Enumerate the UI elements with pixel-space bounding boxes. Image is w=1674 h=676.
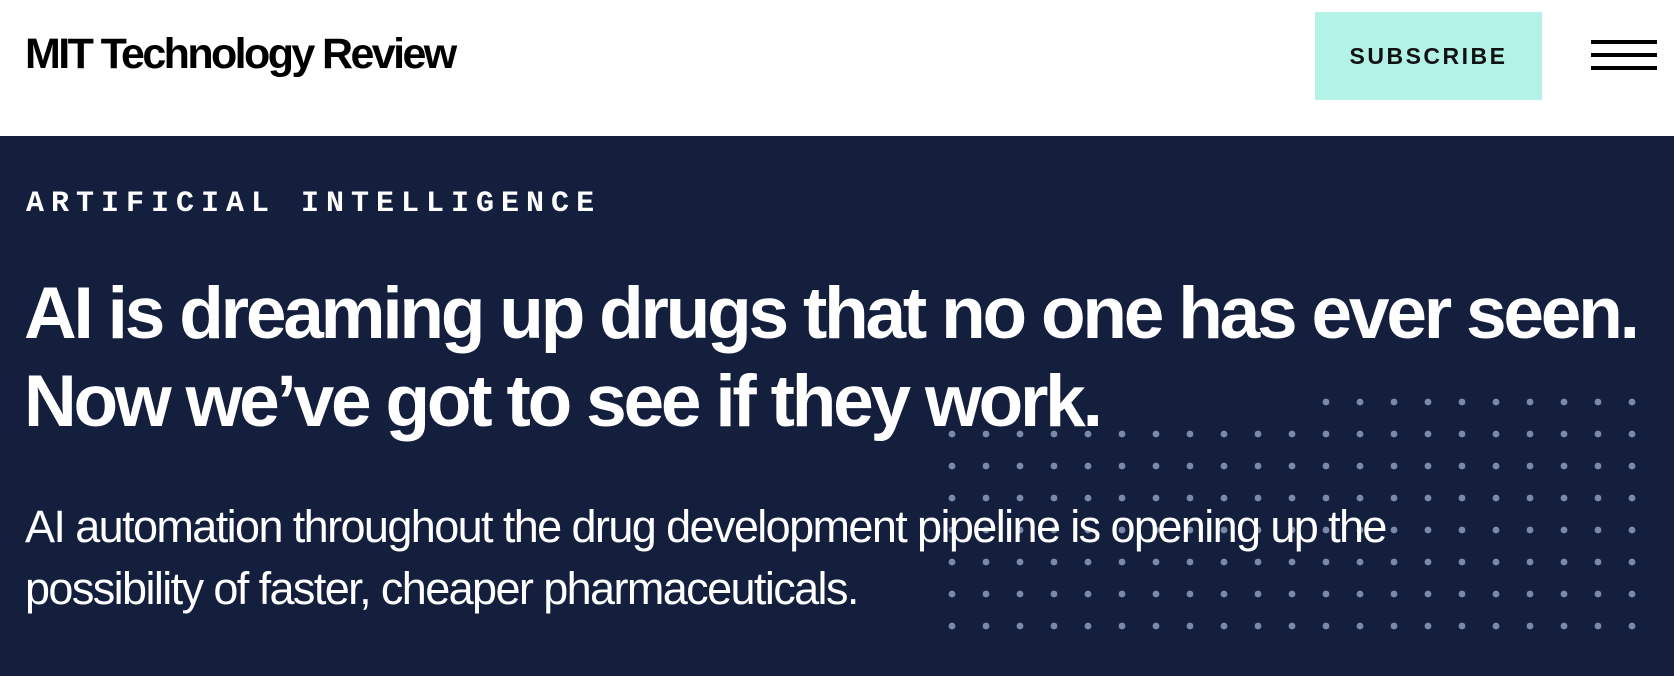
article-headline: AI is dreaming up drugs that no one has … — [24, 273, 1640, 442]
pattern-dot — [1084, 462, 1092, 470]
pattern-dot — [1254, 622, 1262, 630]
pattern-dot — [1356, 622, 1364, 630]
pattern-dot — [1186, 622, 1194, 630]
pattern-dot — [1628, 558, 1636, 566]
pattern-dot — [1084, 622, 1092, 630]
pattern-dot — [982, 462, 990, 470]
pattern-dot — [1560, 462, 1568, 470]
pattern-dot — [1594, 590, 1602, 598]
pattern-dot — [1254, 462, 1262, 470]
pattern-dot — [1560, 622, 1568, 630]
pattern-dot — [1594, 462, 1602, 470]
hamburger-menu-icon[interactable] — [1591, 40, 1657, 72]
subscribe-button[interactable]: SUBSCRIBE — [1315, 12, 1542, 100]
pattern-dot — [1628, 462, 1636, 470]
pattern-dot — [1016, 622, 1024, 630]
pattern-dot — [948, 462, 956, 470]
site-header: MIT Technology Review SUBSCRIBE — [0, 0, 1674, 136]
pattern-dot — [1322, 622, 1330, 630]
pattern-dot — [1526, 462, 1534, 470]
pattern-dot — [1186, 462, 1194, 470]
pattern-dot — [1492, 622, 1500, 630]
pattern-dot — [948, 622, 956, 630]
pattern-dot — [1628, 526, 1636, 534]
pattern-dot — [1594, 526, 1602, 534]
article-hero: ARTIFICIAL INTELLIGENCE AI is dreaming u… — [0, 136, 1674, 676]
pattern-dot — [1016, 462, 1024, 470]
pattern-dot — [1594, 622, 1602, 630]
pattern-dot — [1594, 558, 1602, 566]
pattern-dot — [1220, 622, 1228, 630]
pattern-dot — [1220, 462, 1228, 470]
pattern-dot — [1526, 622, 1534, 630]
pattern-dot — [1390, 462, 1398, 470]
site-logo[interactable]: MIT Technology Review — [25, 28, 457, 80]
article-dek: AI automation throughout the drug develo… — [25, 501, 1387, 614]
pattern-dot — [1288, 622, 1296, 630]
pattern-dot — [1152, 622, 1160, 630]
pattern-dot — [1424, 462, 1432, 470]
pattern-dot — [1594, 494, 1602, 502]
pattern-dot — [1118, 622, 1126, 630]
pattern-dot — [1424, 622, 1432, 630]
pattern-dot — [1492, 462, 1500, 470]
pattern-dot — [1050, 462, 1058, 470]
pattern-dot — [1322, 462, 1330, 470]
pattern-dot — [1628, 494, 1636, 502]
pattern-dot — [1356, 462, 1364, 470]
pattern-dot — [1050, 622, 1058, 630]
pattern-dot — [1458, 622, 1466, 630]
pattern-dot — [1288, 462, 1296, 470]
pattern-dot — [1152, 462, 1160, 470]
pattern-dot — [1458, 462, 1466, 470]
category-link[interactable]: ARTIFICIAL INTELLIGENCE — [26, 186, 601, 222]
pattern-dot — [1118, 462, 1126, 470]
pattern-dot — [1390, 622, 1398, 630]
pattern-dot — [1628, 622, 1636, 630]
pattern-dot — [982, 622, 990, 630]
pattern-dot — [1628, 590, 1636, 598]
